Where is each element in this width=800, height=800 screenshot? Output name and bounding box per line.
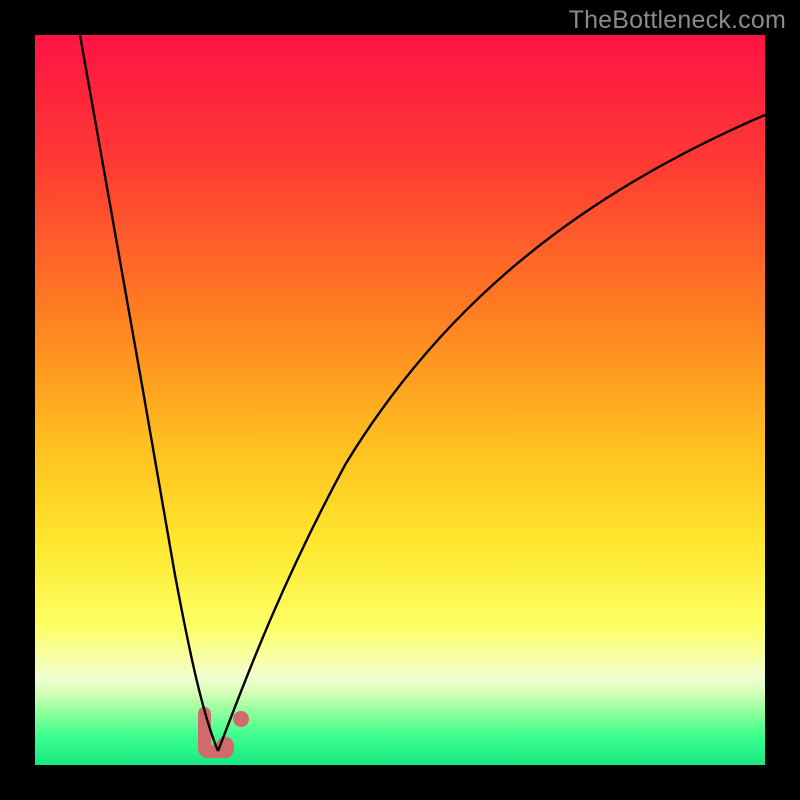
curves-layer <box>35 35 765 765</box>
watermark-text: TheBottleneck.com <box>569 6 786 35</box>
plot-area <box>35 35 765 765</box>
left-curve <box>80 35 218 751</box>
right-curve <box>218 115 765 751</box>
outer-frame: TheBottleneck.com <box>0 0 800 800</box>
